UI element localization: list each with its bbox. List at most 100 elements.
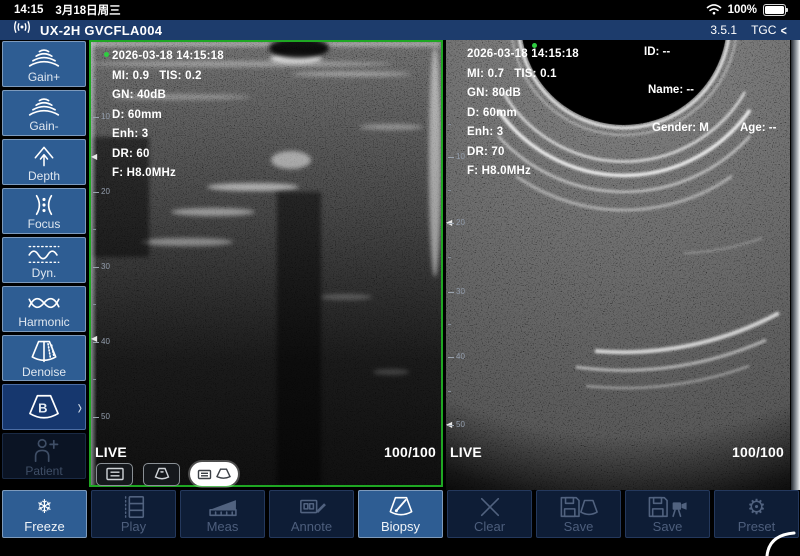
biopsy-button[interactable]: Biopsy: [358, 490, 443, 538]
button-label: Focus: [28, 218, 61, 230]
b-mode-letter: B: [38, 401, 47, 416]
denoise-split-fan-icon: [27, 338, 61, 365]
floppy-video-icon: [644, 496, 692, 518]
save-video-button[interactable]: Save: [625, 490, 710, 538]
clock-time: 14:15: [14, 4, 43, 16]
tgc-panel-edge[interactable]: [791, 40, 800, 490]
button-label: Clear: [474, 520, 505, 533]
play-button[interactable]: Play: [91, 490, 176, 538]
button-label: Gain+: [28, 71, 60, 83]
patient-age: Age: --: [740, 122, 776, 134]
enhance-value: Enh: 3: [112, 125, 224, 145]
app-version: 3.5.1: [710, 23, 737, 37]
linear-display-icon: [105, 467, 125, 481]
probe-antenna-icon: [12, 20, 32, 40]
button-label: Gain-: [29, 120, 58, 132]
tgc-panel-toggle[interactable]: TGC <: [751, 23, 788, 38]
button-label: Play: [121, 520, 146, 533]
button-label: Dyn.: [32, 267, 57, 279]
button-label: Annote: [291, 520, 332, 533]
gain-minus-icon: [25, 95, 63, 119]
x-cross-icon: [477, 496, 503, 518]
focus-brackets-icon: [27, 193, 61, 217]
ultrasound-view-right-radial[interactable]: 10 ◀ 20 30 40 ◀ 50 2026-03-18 14:15:18 M…: [446, 40, 790, 490]
button-label: Save: [564, 520, 594, 533]
gear-icon: ⚙: [747, 496, 766, 518]
focus-button[interactable]: Focus: [2, 188, 86, 234]
button-label: Freeze: [24, 520, 64, 533]
measure-button[interactable]: Meas: [180, 490, 265, 538]
wifi-icon: [706, 3, 722, 18]
button-label: Patient: [25, 465, 62, 477]
convex-probe-icon: [152, 467, 172, 481]
freeze-button[interactable]: ❄ Freeze: [2, 490, 87, 538]
ruler-triangle-icon: [205, 496, 241, 518]
live-status-dot: [104, 52, 109, 57]
frame-counter: 100/100: [732, 444, 784, 460]
button-label: Biopsy: [381, 520, 420, 533]
depth-ruler-right: 10 ◀ 20 30 40 ◀ 50: [446, 40, 468, 490]
frequency-value: F: H8.0MHz: [112, 164, 224, 184]
tgc-label: TGC: [751, 23, 776, 37]
left-control-sidebar: Gain+ Gain- Depth Focus Dyn.: [0, 41, 88, 482]
depth-up-arrow-icon: [30, 143, 58, 169]
patient-person-icon: [28, 436, 60, 464]
app-header: UX-2H GVCFLA004 3.5.1 TGC <: [0, 20, 800, 40]
status-bar: 14:15 3月18日周三 100%: [0, 0, 800, 20]
button-label: Depth: [28, 170, 60, 182]
corner-gesture-arc: [765, 528, 797, 556]
note-pencil-icon: [295, 496, 329, 518]
dynamic-range-wave-icon: [25, 242, 63, 266]
timestamp: 2026-03-18 14:15:18: [467, 45, 579, 65]
harmonic-waves-icon: [24, 291, 64, 315]
dynamic-range-button[interactable]: Dyn.: [2, 237, 86, 283]
gain-plus-button[interactable]: Gain+: [2, 41, 86, 87]
button-label: Meas: [207, 520, 239, 533]
floppy-image-icon: [556, 496, 602, 518]
denoise-button[interactable]: Denoise: [2, 335, 86, 381]
battery-percent: 100%: [728, 4, 757, 16]
scan-parameters-left: 2026-03-18 14:15:18 MI: 0.9TIS: 0.2 GN: …: [112, 47, 224, 184]
tis-value: TIS: 0.1: [514, 68, 557, 80]
b-mode-button[interactable]: B ›: [2, 384, 86, 430]
gain-minus-button[interactable]: Gain-: [2, 90, 86, 136]
dynamic-range-value: DR: 60: [112, 145, 224, 165]
tis-value: TIS: 0.2: [159, 70, 202, 82]
layout-switcher: [96, 462, 238, 486]
mi-value: MI: 0.7: [467, 68, 504, 80]
single-linear-view-button[interactable]: [96, 463, 133, 486]
device-title: UX-2H GVCFLA004: [40, 23, 162, 38]
gain-value: GN: 80dB: [467, 84, 579, 104]
convex-probe-icon: [215, 468, 232, 480]
annotate-button[interactable]: Annote: [269, 490, 354, 538]
patient-id: ID: --: [644, 46, 670, 58]
linear-display-icon: [197, 469, 212, 480]
enhance-value: Enh: 3: [467, 123, 579, 143]
frequency-value: F: H8.0MHz: [467, 162, 579, 182]
dual-view-button-selected[interactable]: [190, 462, 238, 486]
live-badge: LIVE: [95, 444, 127, 460]
scan-parameters-right: 2026-03-18 14:15:18 MI: 0.7 TIS: 0.1 GN: …: [467, 45, 579, 182]
chevron-left-icon: <: [781, 23, 787, 38]
clear-button[interactable]: Clear: [447, 490, 532, 538]
mi-value: MI: 0.9: [112, 70, 149, 82]
save-image-button[interactable]: Save: [536, 490, 621, 538]
patient-button[interactable]: Patient: [2, 433, 86, 479]
button-label: Save: [653, 520, 683, 533]
gain-plus-icon: [25, 46, 63, 70]
frame-counter: 100/100: [384, 444, 436, 460]
bottom-toolbar: ❄ Freeze Play Meas Annote Biopsy: [0, 490, 799, 538]
depth-value: D: 60mm: [112, 106, 224, 126]
ultrasound-view-left-linear[interactable]: 10 ◀ 20 30 ◀ 40 50 2026-03-18 14:15:18 M…: [89, 40, 443, 487]
focus-marker-icon: ◀: [91, 153, 97, 161]
depth-button[interactable]: Depth: [2, 139, 86, 185]
depth-value: D: 60mm: [467, 104, 579, 124]
patient-gender: Gender: M: [652, 122, 709, 134]
biopsy-needle-fan-icon: [382, 496, 420, 518]
clock-date: 3月18日周三: [55, 2, 120, 18]
harmonic-button[interactable]: Harmonic: [2, 286, 86, 332]
single-convex-view-button[interactable]: [143, 463, 180, 486]
depth-ruler-left: 10 ◀ 20 30 ◀ 40 50: [91, 42, 113, 485]
button-label: Denoise: [22, 366, 66, 378]
gain-value: GN: 40dB: [112, 86, 224, 106]
